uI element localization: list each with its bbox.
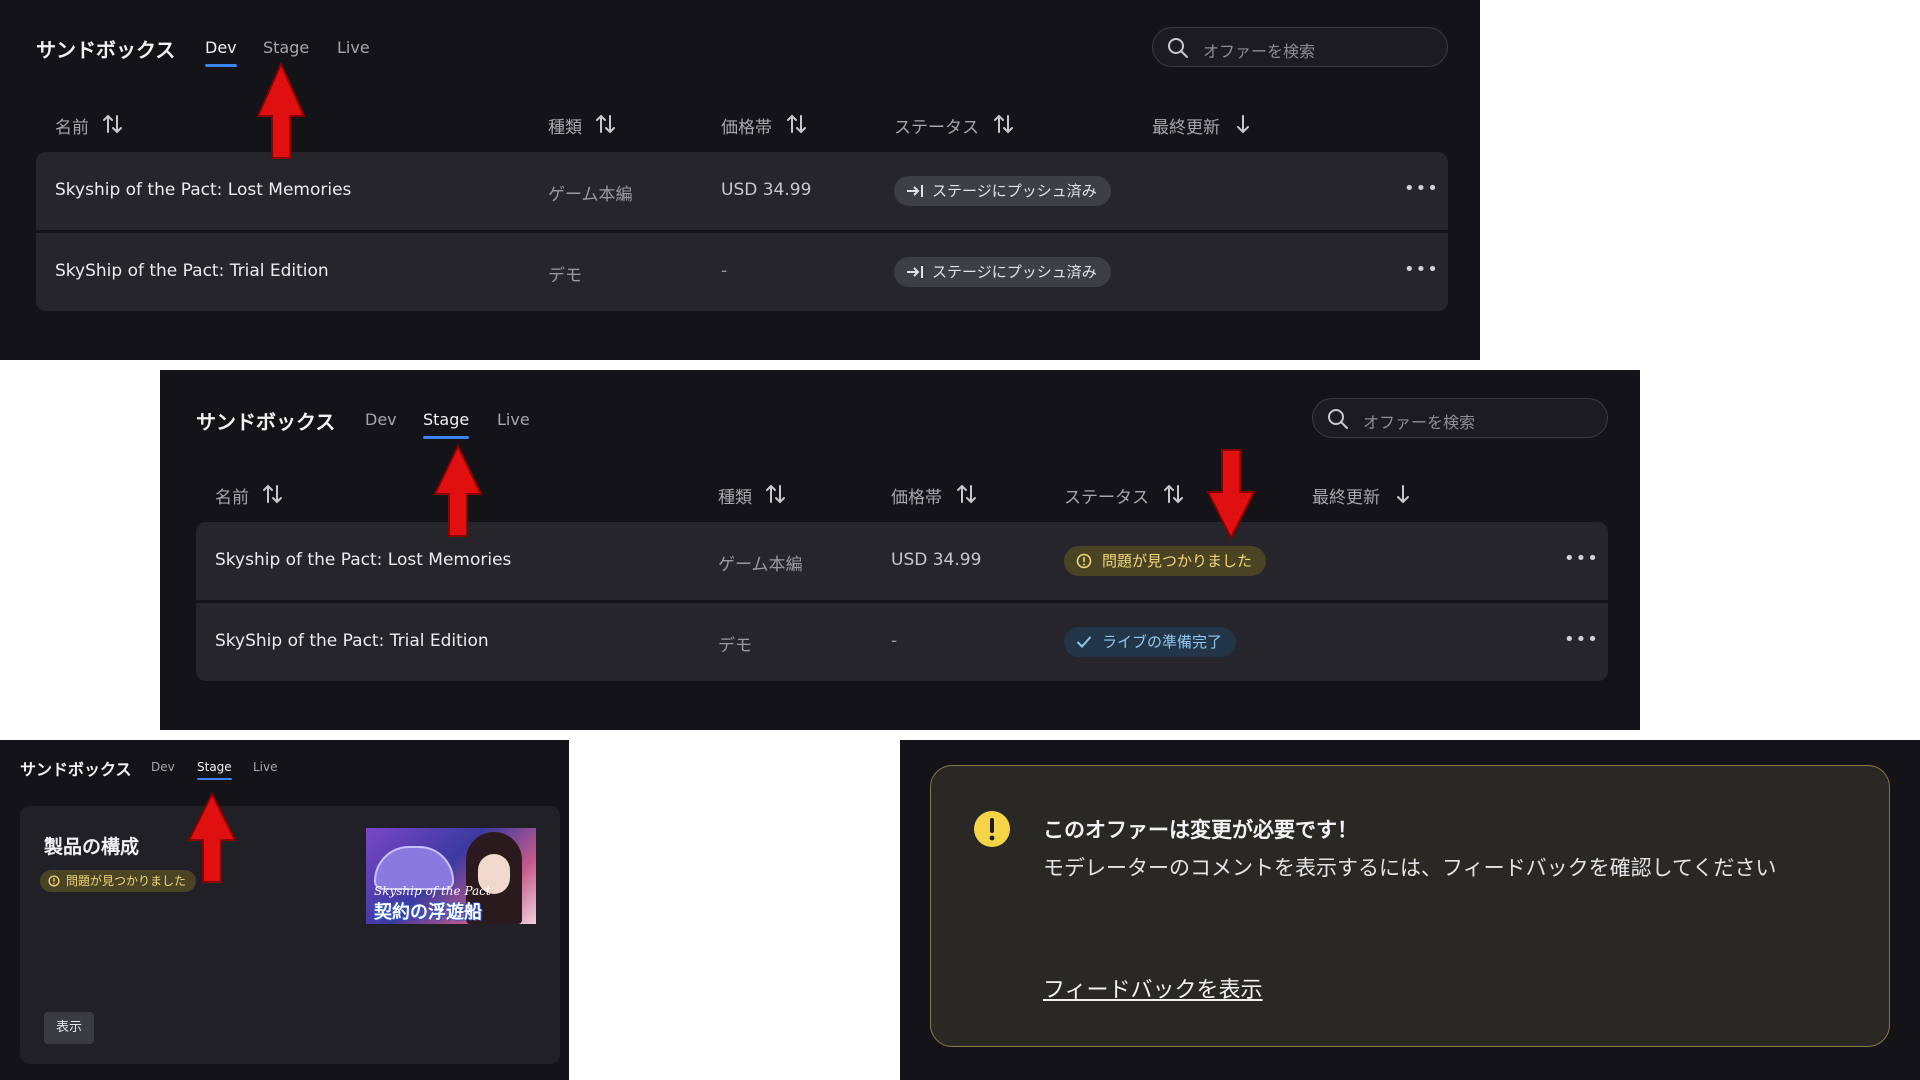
- warning-circle-icon: [1076, 553, 1092, 569]
- status-label: 問題が見つかりました: [66, 874, 187, 888]
- status-badge: 問題が見つかりました: [1064, 546, 1267, 576]
- more-options-icon[interactable]: •••: [1404, 178, 1439, 199]
- checkmark-icon: [1077, 636, 1091, 648]
- sort-icon[interactable]: [102, 112, 124, 136]
- status-badge: ステージにプッシュ済み: [894, 257, 1111, 287]
- offer-price: USD 34.99: [721, 180, 812, 200]
- offer-price: -: [721, 261, 728, 281]
- offer-price: USD 34.99: [891, 550, 982, 570]
- active-tab-indicator: [197, 778, 232, 780]
- tab-dev[interactable]: Dev: [365, 410, 397, 429]
- thumbnail-title: Skyship of the Pact: [374, 884, 491, 898]
- search-icon: [1328, 409, 1348, 429]
- push-arrow-icon: [907, 266, 923, 278]
- offer-type: デモ: [548, 266, 582, 286]
- alert-title: このオファーは変更が必要です！: [1043, 818, 1358, 842]
- search-icon: [1168, 38, 1188, 58]
- status-label: ライブの準備完了: [1102, 633, 1223, 651]
- more-options-icon[interactable]: •••: [1404, 259, 1439, 280]
- product-card: 製品の構成 問題が見つかりました Skyship of the Pact 契約の…: [20, 806, 560, 1064]
- sort-icon[interactable]: [1163, 482, 1185, 506]
- offer-name: SkyShip of the Pact: Trial Edition: [215, 631, 489, 651]
- thumbnail-title-jp: 契約の浮遊船: [374, 902, 482, 923]
- offer-type: ゲーム本編: [718, 555, 803, 575]
- sort-descending-icon[interactable]: [1394, 482, 1412, 506]
- column-header-type[interactable]: 種類: [548, 113, 582, 138]
- sort-descending-icon[interactable]: [1234, 112, 1252, 136]
- search-input[interactable]: オファーを検索: [1312, 398, 1608, 438]
- red-arrow-up-icon: [256, 62, 306, 159]
- push-arrow-icon: [907, 185, 923, 197]
- search-placeholder: オファーを検索: [1203, 42, 1316, 61]
- warning-circle-icon: [48, 875, 60, 887]
- red-arrow-down-icon: [1206, 449, 1256, 540]
- offer-name: SkyShip of the Pact: Trial Edition: [55, 261, 329, 281]
- sort-icon[interactable]: [993, 112, 1015, 136]
- status-badge: 問題が見つかりました: [40, 870, 197, 892]
- red-arrow-up-icon: [187, 792, 237, 883]
- warning-icon: [974, 811, 1010, 847]
- tab-label: Dev: [205, 38, 237, 57]
- table-row[interactable]: SkyShip of the Pact: Trial Edition デモ - …: [36, 233, 1448, 311]
- column-header-price[interactable]: 価格帯: [721, 113, 772, 138]
- offer-type: ゲーム本編: [548, 185, 633, 205]
- app-title: サンドボックス: [196, 410, 336, 434]
- tab-stage[interactable]: Stage: [263, 38, 309, 57]
- more-options-icon[interactable]: •••: [1564, 629, 1599, 650]
- column-header-name[interactable]: 名前: [55, 113, 89, 138]
- offer-name: Skyship of the Pact: Lost Memories: [215, 550, 512, 570]
- tab-live[interactable]: Live: [497, 410, 530, 429]
- table-row[interactable]: SkyShip of the Pact: Trial Edition デモ - …: [196, 603, 1608, 681]
- search-placeholder: オファーを検索: [1363, 413, 1476, 432]
- tab-stage[interactable]: Stage: [197, 760, 232, 780]
- status-label: 問題が見つかりました: [1102, 552, 1253, 570]
- product-thumbnail: Skyship of the Pact 契約の浮遊船: [366, 828, 536, 924]
- sort-icon[interactable]: [786, 112, 808, 136]
- table-row[interactable]: Skyship of the Pact: Lost Memories ゲーム本編…: [36, 152, 1448, 230]
- view-feedback-link[interactable]: フィードバックを表示: [1043, 972, 1263, 1004]
- tab-dev[interactable]: Dev: [205, 38, 237, 67]
- column-header-status[interactable]: ステータス: [1064, 483, 1149, 508]
- stage-panel: サンドボックス Dev Stage Live オファーを検索 名前 種類 価格帯…: [160, 370, 1640, 730]
- product-panel: サンドボックス Dev Stage Live 製品の構成 問題が見つかりました …: [0, 740, 569, 1080]
- status-badge: ライブの準備完了: [1064, 627, 1237, 657]
- tab-live[interactable]: Live: [337, 38, 370, 57]
- offer-type: デモ: [718, 636, 752, 656]
- column-header-name[interactable]: 名前: [215, 483, 249, 508]
- active-tab-indicator: [205, 64, 237, 67]
- tab-dev[interactable]: Dev: [151, 760, 175, 774]
- card-title: 製品の構成: [44, 836, 140, 858]
- sort-icon[interactable]: [956, 482, 978, 506]
- tab-live[interactable]: Live: [253, 760, 278, 774]
- column-header-status[interactable]: ステータス: [894, 113, 979, 138]
- active-tab-indicator: [423, 436, 470, 439]
- tab-label: Stage: [197, 760, 232, 774]
- alert-message: モデレーターのコメントを表示するには、フィードバックを確認してください: [1043, 856, 1777, 880]
- tab-stage[interactable]: Stage: [423, 410, 470, 439]
- alert-box: このオファーは変更が必要です！ モデレーターのコメントを表示するには、フィードバ…: [930, 765, 1890, 1047]
- search-input[interactable]: オファーを検索: [1152, 27, 1448, 67]
- app-title: サンドボックス: [20, 760, 132, 779]
- alert-panel: このオファーは変更が必要です！ モデレーターのコメントを表示するには、フィードバ…: [900, 740, 1920, 1080]
- column-header-updated[interactable]: 最終更新: [1312, 483, 1380, 508]
- offer-name: Skyship of the Pact: Lost Memories: [55, 180, 352, 200]
- more-options-icon[interactable]: •••: [1564, 548, 1599, 569]
- sort-icon[interactable]: [595, 112, 617, 136]
- sort-icon[interactable]: [262, 482, 284, 506]
- status-label: ステージにプッシュ済み: [932, 182, 1097, 200]
- sort-icon[interactable]: [765, 482, 787, 506]
- table-row[interactable]: Skyship of the Pact: Lost Memories ゲーム本編…: [196, 522, 1608, 600]
- app-title: サンドボックス: [36, 38, 176, 62]
- status-label: ステージにプッシュ済み: [932, 263, 1097, 281]
- offer-price: -: [891, 631, 898, 651]
- show-button[interactable]: 表示: [44, 1012, 94, 1044]
- tab-label: Stage: [423, 410, 470, 429]
- red-arrow-up-icon: [433, 444, 483, 537]
- status-badge: ステージにプッシュ済み: [894, 176, 1111, 206]
- dev-panel: サンドボックス Dev Stage Live オファーを検索 名前 種類 価格帯…: [0, 0, 1480, 360]
- column-header-updated[interactable]: 最終更新: [1152, 113, 1220, 138]
- column-header-price[interactable]: 価格帯: [891, 483, 942, 508]
- column-header-type[interactable]: 種類: [718, 483, 752, 508]
